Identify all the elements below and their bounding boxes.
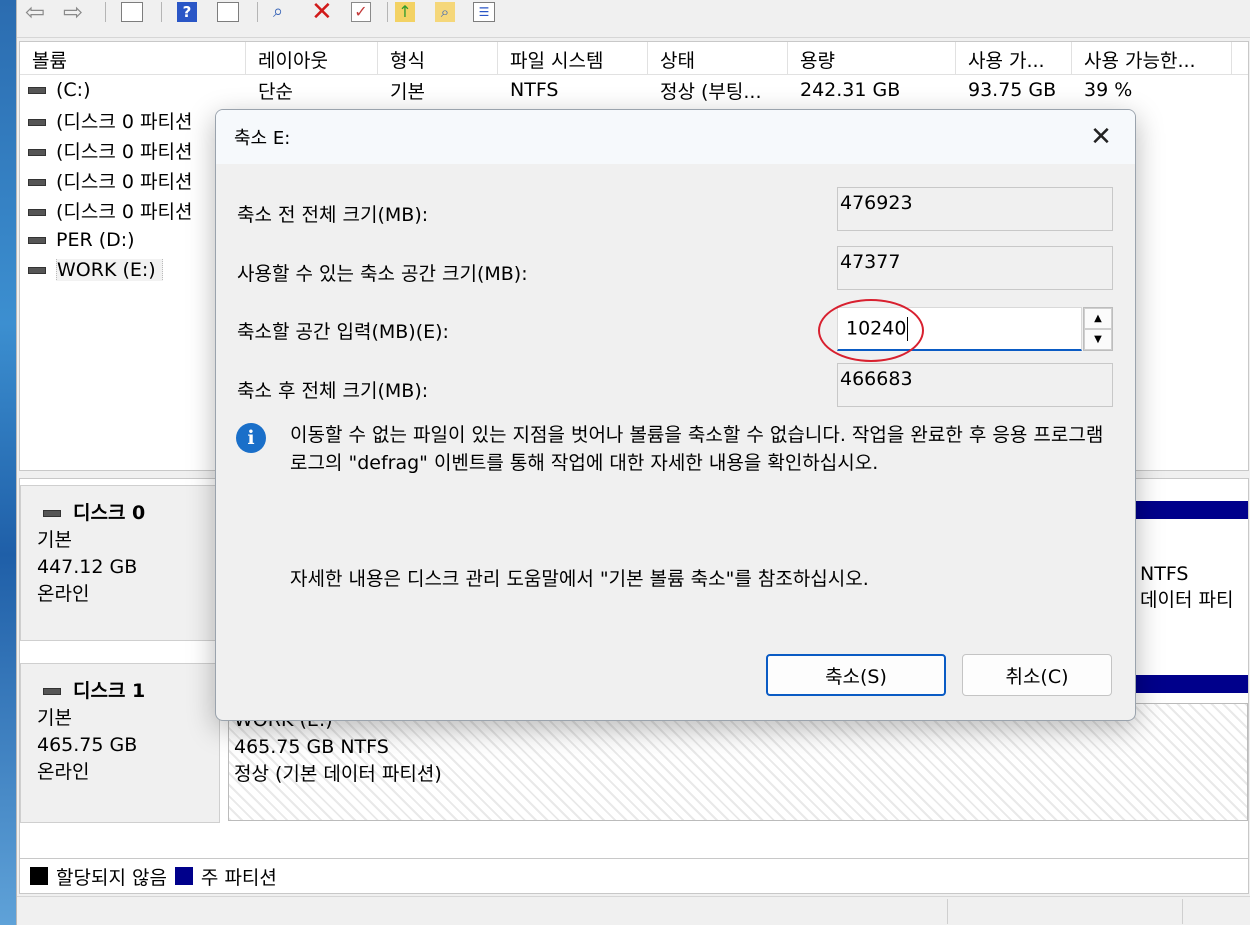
column-header-volume[interactable]: 볼륨 [20, 42, 246, 74]
console-tree-icon[interactable] [121, 0, 143, 24]
total-after-field: 466683 [837, 363, 1113, 407]
volume-free-space: 93.75 GB [968, 79, 1057, 101]
volume-filesystem: NTFS [510, 79, 559, 101]
total-after-label: 축소 후 전체 크기(MB): [237, 380, 429, 402]
list-icon[interactable]: ☰ [473, 0, 495, 24]
disk-type: 기본 [37, 529, 72, 551]
disk-title: 디스크 0 [73, 502, 146, 524]
cancel-button[interactable]: 취소(C) [962, 654, 1112, 696]
drive-icon [28, 148, 46, 156]
total-before-field: 476923 [837, 187, 1113, 231]
legend: 할당되지 않음 주 파티션 [19, 858, 1249, 894]
volume-name: PER (D:) [56, 229, 135, 251]
toolbar-separator [387, 2, 388, 22]
legend-swatch-unallocated [30, 867, 48, 885]
column-header-free-space[interactable]: 사용 가... [956, 42, 1072, 74]
partition-status: 데이터 파티 [1140, 589, 1234, 611]
partition-size-fs: 465.75 GB NTFS [234, 736, 389, 758]
status-bar-divider [947, 899, 948, 924]
properties-icon[interactable]: ✓ [351, 0, 371, 24]
column-header-type[interactable]: 형식 [378, 42, 498, 74]
toolbar-separator [105, 2, 106, 22]
disk-type: 기본 [37, 707, 72, 729]
drive-icon [28, 237, 46, 244]
volume-row[interactable]: (C:) 단순 기본 NTFS 정상 (부팅... 242.31 GB 93.7… [20, 75, 1248, 105]
back-arrow-icon[interactable]: ⇦ [25, 0, 45, 24]
volume-name: (디스크 0 파티션 [56, 110, 193, 133]
volume-name: WORK (E:) [56, 259, 163, 281]
shrink-amount-spinner: ▲ ▼ [1083, 307, 1113, 351]
dialog-title: 축소 E: [234, 128, 291, 149]
drive-icon [28, 87, 46, 94]
info-icon: i [236, 423, 266, 453]
shrink-amount-label: 축소할 공간 입력(MB)(E): [237, 321, 449, 343]
partition-status: 정상 (기본 데이터 파티션) [234, 763, 442, 785]
partition-bar [1136, 675, 1248, 693]
help-message: 자세한 내용은 디스크 관리 도움말에서 "기본 볼륨 축소"를 참조하십시오. [290, 568, 869, 590]
disk-state: 온라인 [37, 583, 90, 605]
volume-capacity: 242.31 GB [800, 79, 901, 101]
volume-name: (디스크 0 파티션 [56, 140, 193, 163]
connect-icon[interactable]: ⌕ [273, 0, 283, 24]
status-bar-divider [1182, 899, 1183, 924]
help-icon[interactable]: ? [177, 0, 197, 24]
legend-label-unallocated: 할당되지 않음 [56, 866, 167, 889]
partition-bar [1136, 501, 1248, 519]
toolbar-separator [161, 2, 162, 22]
status-bar [17, 896, 1250, 925]
toolbar: ⇦ ⇨ ? ⌕ ✕ ✓ ↑ ⌕ ☰ [17, 0, 1250, 38]
disk-title: 디스크 1 [73, 680, 146, 702]
volume-status: 정상 (부팅... [660, 80, 762, 103]
drive-icon [28, 118, 46, 126]
disk-1-label[interactable]: 디스크 1 기본 465.75 GB 온라인 [20, 663, 220, 823]
drive-icon [28, 208, 46, 216]
volume-type: 기본 [390, 80, 425, 103]
shrink-volume-dialog: 축소 E: ✕ 축소 전 전체 크기(MB): 476923 사용할 수 있는 … [215, 109, 1136, 721]
volume-layout: 단순 [258, 80, 293, 103]
legend-swatch-primary [174, 867, 193, 885]
available-shrink-field: 47377 [837, 246, 1113, 290]
column-header-filesystem[interactable]: 파일 시스템 [498, 42, 648, 74]
shrink-button[interactable]: 축소(S) [766, 654, 946, 696]
column-header-percent-free[interactable]: 사용 가능한... [1072, 42, 1232, 74]
volume-name: (디스크 0 파티션 [56, 170, 193, 193]
toolbar-separator [257, 2, 258, 22]
disk-0-label[interactable]: 디스크 0 기본 447.12 GB 온라인 [20, 485, 220, 641]
spin-up-icon[interactable]: ▲ [1084, 308, 1112, 329]
disk-icon [43, 510, 61, 517]
disk-size: 447.12 GB [37, 556, 138, 578]
dialog-title-bar: 축소 E: [216, 110, 1135, 164]
search-icon[interactable]: ⌕ [435, 0, 455, 24]
up-folder-icon[interactable]: ↑ [395, 0, 415, 24]
volume-list-header: 볼륨 레이아웃 형식 파일 시스템 상태 용량 사용 가... 사용 가능한..… [20, 42, 1248, 75]
highlight-circle [818, 299, 924, 362]
total-before-label: 축소 전 전체 크기(MB): [237, 204, 429, 226]
disk-state: 온라인 [37, 761, 90, 783]
volume-name: (C:) [56, 79, 91, 101]
action-pane-icon[interactable] [217, 0, 239, 24]
volume-percent-free: 39 % [1084, 79, 1133, 101]
column-header-status[interactable]: 상태 [648, 42, 788, 74]
info-message: 이동할 수 없는 파일이 있는 지점을 벗어나 볼륨을 축소할 수 없습니다. … [290, 424, 1104, 474]
delete-icon[interactable]: ✕ [311, 0, 333, 25]
legend-label-primary: 주 파티션 [200, 866, 277, 889]
column-header-layout[interactable]: 레이아웃 [246, 42, 378, 74]
drive-icon [28, 267, 46, 274]
spin-down-icon[interactable]: ▼ [1084, 329, 1112, 350]
disk-icon [43, 688, 61, 695]
disk-size: 465.75 GB [37, 734, 138, 756]
close-icon[interactable]: ✕ [1081, 118, 1121, 156]
column-header-capacity[interactable]: 용량 [788, 42, 956, 74]
volume-name: (디스크 0 파티션 [56, 200, 193, 223]
forward-arrow-icon[interactable]: ⇨ [63, 0, 83, 24]
available-shrink-label: 사용할 수 있는 축소 공간 크기(MB): [237, 263, 528, 285]
partition-filesystem: NTFS [1140, 563, 1189, 585]
drive-icon [28, 178, 46, 186]
desktop-background [0, 0, 16, 925]
